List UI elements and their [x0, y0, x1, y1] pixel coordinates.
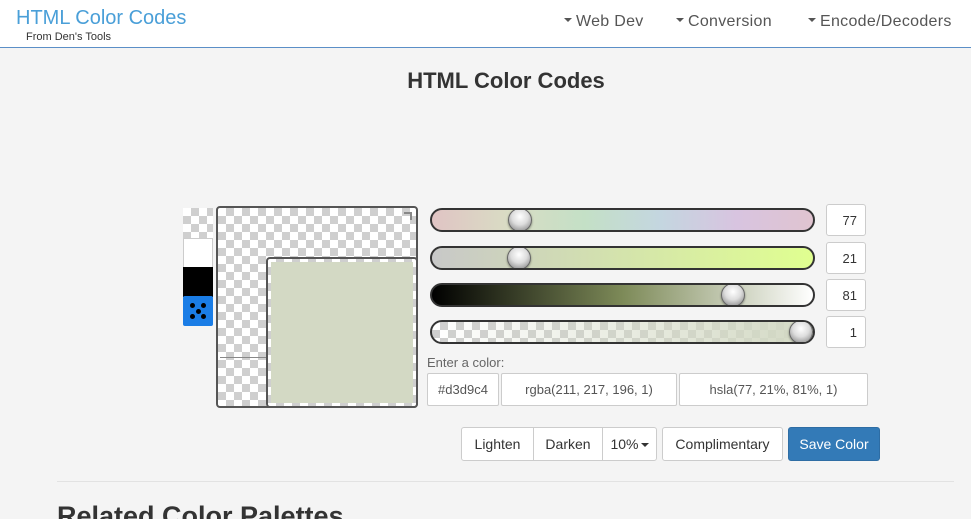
color-preview-fill — [271, 262, 413, 403]
nav-encode-decoders[interactable]: Encode/Decoders — [808, 13, 952, 31]
nav-web-dev-label: Web Dev — [576, 13, 644, 30]
caret-down-icon — [640, 443, 649, 448]
saturation-value-input[interactable]: 21 — [826, 242, 866, 274]
nav-conversion-label: Conversion — [688, 13, 772, 30]
saturation-slider-handle[interactable] — [506, 248, 531, 268]
lightness-value-input[interactable]: 81 — [826, 279, 866, 311]
random-dice-button[interactable] — [183, 296, 213, 326]
caret-down-icon — [808, 17, 816, 22]
black-swatch[interactable] — [183, 267, 213, 297]
enter-color-label: Enter a color: — [427, 355, 505, 370]
resize-corner-icon — [404, 212, 412, 220]
caret-down-icon — [676, 17, 684, 22]
nav-encode-decoders-label: Encode/Decoders — [820, 13, 952, 30]
transparent-swatch[interactable] — [183, 208, 213, 238]
lighten-button[interactable]: Lighten — [461, 427, 534, 461]
rgba-input[interactable]: rgba(211, 217, 196, 1) — [501, 373, 677, 406]
section-divider — [57, 481, 954, 482]
white-swatch[interactable] — [183, 238, 213, 268]
hue-slider[interactable] — [430, 208, 815, 232]
hue-value-input[interactable]: 77 — [826, 204, 866, 236]
hue-slider-handle[interactable] — [508, 210, 533, 230]
nav-conversion[interactable]: Conversion — [676, 13, 772, 31]
alpha-value-input[interactable]: 1 — [826, 316, 866, 348]
brand-link[interactable]: HTML Color Codes — [16, 6, 186, 30]
hex-input[interactable]: #d3d9c4 — [427, 373, 499, 406]
alpha-slider[interactable] — [430, 320, 815, 344]
top-navbar: HTML Color Codes From Den's Tools Web De… — [0, 0, 971, 48]
percent-dropdown-label: 10% — [610, 436, 639, 452]
caret-down-icon — [564, 17, 572, 22]
complimentary-button[interactable]: Complimentary — [662, 427, 783, 461]
saturation-slider[interactable] — [430, 246, 815, 270]
lightness-slider[interactable] — [430, 283, 815, 307]
color-preview — [266, 257, 418, 408]
page-title: HTML Color Codes — [407, 68, 605, 93]
save-color-button[interactable]: Save Color — [788, 427, 880, 461]
darken-button[interactable]: Darken — [533, 427, 603, 461]
lightness-slider-handle[interactable] — [721, 285, 746, 305]
brand-subtitle: From Den's Tools — [26, 31, 112, 43]
alpha-slider-handle[interactable] — [789, 322, 813, 342]
nav-web-dev[interactable]: Web Dev — [564, 13, 644, 31]
related-palettes-heading: Related Color Palettes — [57, 501, 344, 519]
hsla-input[interactable]: hsla(77, 21%, 81%, 1) — [679, 373, 868, 406]
percent-dropdown[interactable]: 10% — [602, 427, 657, 461]
